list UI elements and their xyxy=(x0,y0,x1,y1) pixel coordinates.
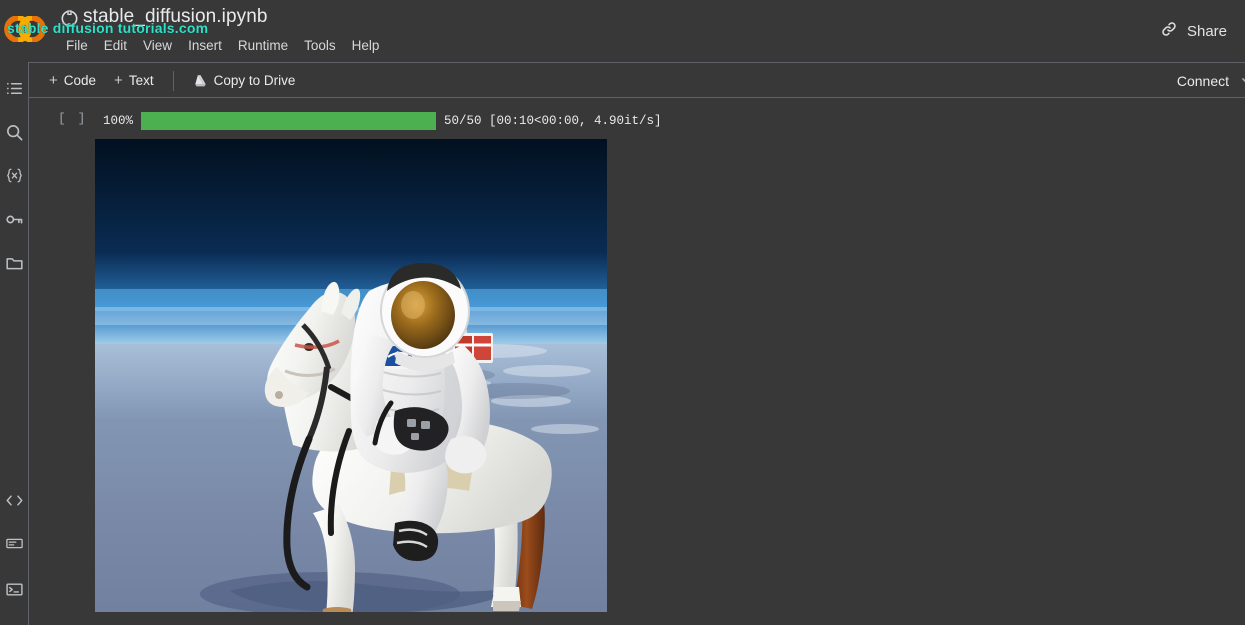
toolbar-right-group: Connect xyxy=(1167,63,1245,98)
drive-icon xyxy=(193,74,208,88)
sidebar-item-code-snippets[interactable] xyxy=(0,488,29,518)
sidebar-item-variables[interactable] xyxy=(0,163,29,193)
add-code-label: Code xyxy=(63,73,97,88)
sidebar-item-terminal[interactable] xyxy=(0,577,29,607)
progress-bar-row: 100% 50/50 [00:10<00:00, 4.90it/s] xyxy=(95,112,662,130)
notebook-body: [ ] 100% 50/50 [00:10<00:00, 4.90it/s] xyxy=(30,99,1245,625)
plus-icon: + xyxy=(114,72,123,89)
plus-icon: + xyxy=(49,72,58,89)
sidebar-item-command-palette[interactable] xyxy=(0,531,29,561)
watermark: stable diffusion tutorials.com xyxy=(7,20,209,36)
menu-file[interactable]: File xyxy=(58,36,96,55)
sidebar-item-secrets[interactable] xyxy=(0,207,29,237)
menu-view[interactable]: View xyxy=(135,36,180,55)
notebook-toolbar: + Code + Text Copy to Drive Connect xyxy=(0,62,1245,98)
title-bar: stable_diffusion.ipynb stable diffusion … xyxy=(0,0,1245,62)
search-icon xyxy=(5,123,24,147)
key-icon xyxy=(5,210,24,234)
list-icon xyxy=(5,79,24,103)
add-text-cell-button[interactable]: + Text xyxy=(105,69,163,92)
share-label: Share xyxy=(1186,22,1227,40)
cell-run-prompt[interactable]: [ ] xyxy=(58,111,87,126)
toolbar-divider xyxy=(172,70,174,91)
output-image xyxy=(95,139,607,612)
menu-bar: File Edit View Insert Runtime Tools Help xyxy=(58,36,387,55)
sidebar-item-find-and-replace[interactable] xyxy=(0,120,29,150)
copy-to-drive-label: Copy to Drive xyxy=(213,73,296,88)
link-icon xyxy=(1160,20,1178,42)
connect-button[interactable]: Connect xyxy=(1167,68,1239,94)
sidebar-item-table-of-contents[interactable] xyxy=(0,76,29,106)
progress-status-text: 50/50 [00:10<00:00, 4.90it/s] xyxy=(444,114,662,128)
terminal-icon xyxy=(5,580,24,604)
add-text-label: Text xyxy=(128,73,154,88)
menu-help[interactable]: Help xyxy=(344,36,388,55)
add-code-cell-button[interactable]: + Code xyxy=(40,69,105,92)
sidebar-item-files[interactable] xyxy=(0,251,29,281)
chevron-down-icon[interactable] xyxy=(1239,73,1245,89)
left-icon-rail xyxy=(0,62,29,625)
toolbar-left-group: + Code + Text Copy to Drive xyxy=(40,63,304,98)
variables-icon xyxy=(5,166,24,190)
copy-to-drive-button[interactable]: Copy to Drive xyxy=(184,69,305,92)
menu-edit[interactable]: Edit xyxy=(96,36,135,55)
progress-bar-track xyxy=(141,112,436,130)
progress-percent-label: 100% xyxy=(102,114,133,128)
menu-runtime[interactable]: Runtime xyxy=(230,36,296,55)
menu-insert[interactable]: Insert xyxy=(180,36,230,55)
menu-tools[interactable]: Tools xyxy=(296,36,344,55)
command-palette-icon xyxy=(5,534,24,558)
code-brackets-icon xyxy=(5,491,24,515)
folder-icon xyxy=(5,254,24,278)
share-button[interactable]: Share xyxy=(1154,17,1233,45)
